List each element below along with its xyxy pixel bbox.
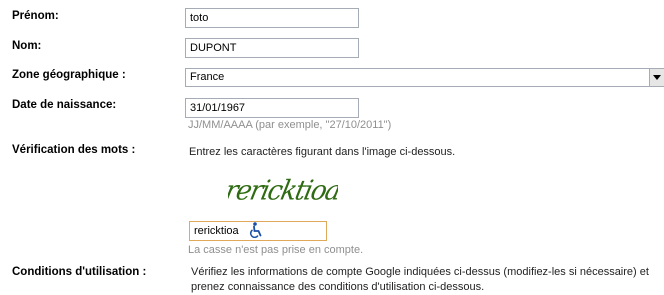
naissance-hint: JJ/MM/AAAA (par exemple, "27/10/2011") [188,119,392,131]
nom-input[interactable]: DUPONT [185,38,359,58]
naissance-label: Date de naissance: [12,99,117,111]
conditions-text-line2: prenez connaissance des conditions d'uti… [191,281,485,293]
nom-label: Nom: [12,40,42,52]
conditions-text-line1: Vérifiez les informations de compte Goog… [191,266,649,278]
verification-label: Vérification des mots : [12,144,136,156]
zone-select-value: France [190,71,225,83]
zone-label: Zone géographique : [12,69,126,81]
captcha-instruction: Entrez les caractères figurant dans l'im… [189,146,456,158]
zone-select[interactable]: France [185,68,664,87]
chevron-down-icon[interactable] [649,69,664,86]
captcha-text: rericktioa [228,175,338,206]
prenom-label: Prénom: [12,10,59,22]
prenom-input[interactable]: toto [185,8,359,28]
wheelchair-icon[interactable] [249,222,263,238]
conditions-label: Conditions d'utilisation : [12,266,147,278]
naissance-input[interactable]: 31/01/1967 [185,98,359,118]
captcha-hint: La casse n'est pas prise en compte. [188,244,364,256]
captcha-image: rericktioa [228,175,338,206]
